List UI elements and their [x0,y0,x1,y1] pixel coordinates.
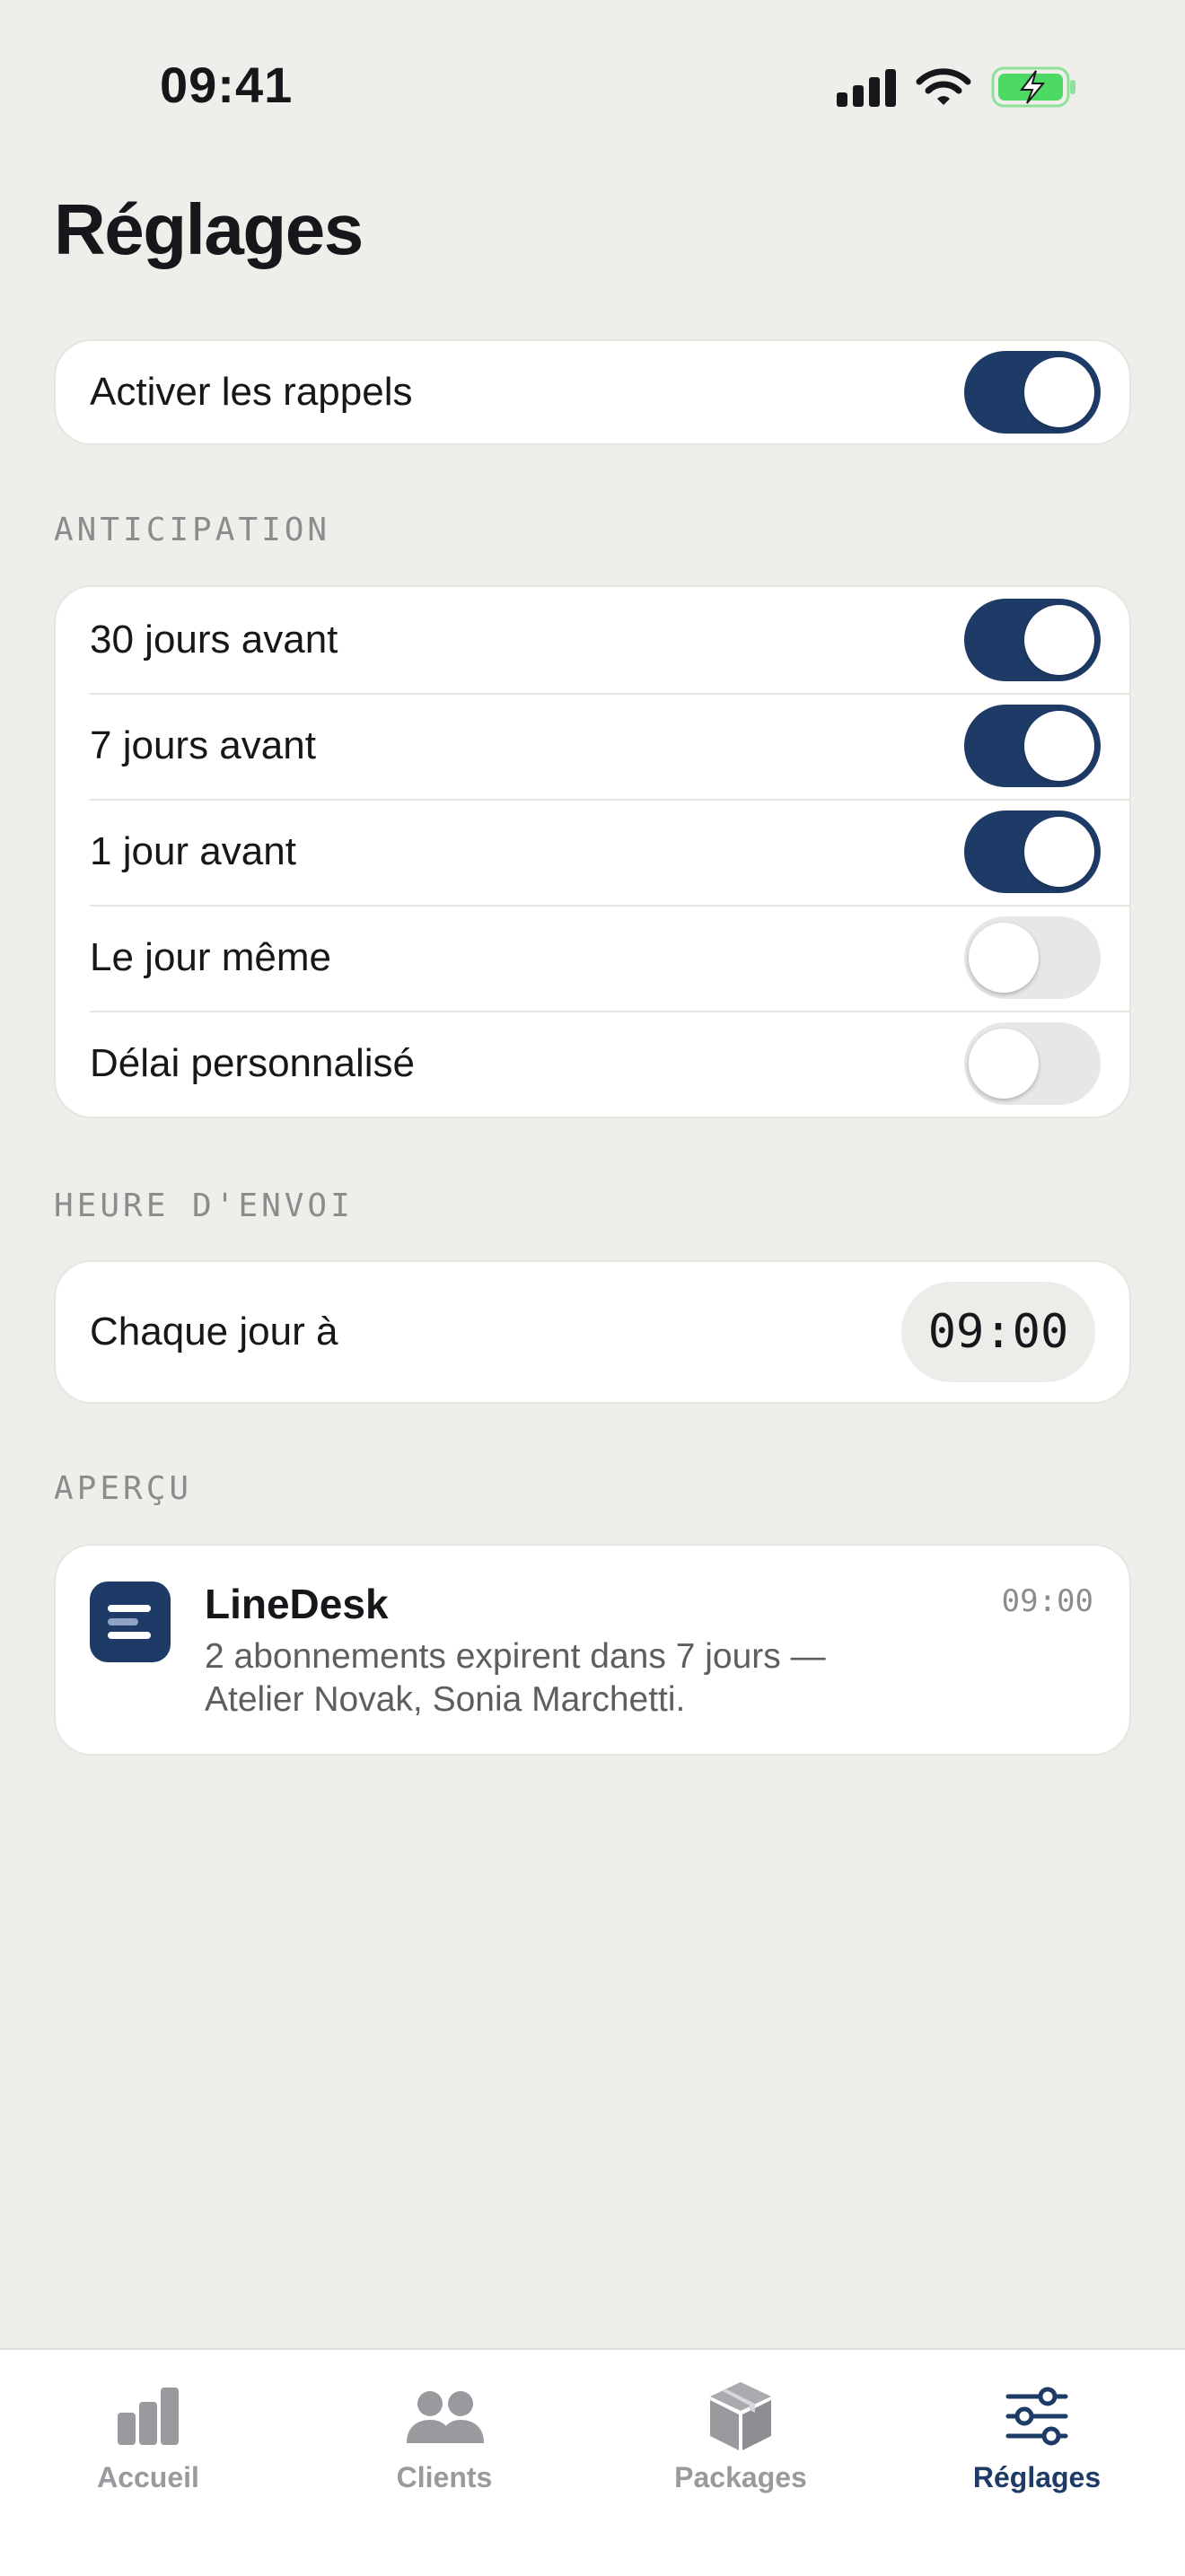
tab-label-reglages: Réglages [972,2461,1102,2493]
toggle-knob [1024,711,1094,781]
sliders-icon [1005,2387,1068,2446]
anticipation-toggle-7-days[interactable] [964,705,1101,787]
anticipation-label-custom-delay: Délai personnalisé [90,1041,415,1085]
people-icon [407,2391,484,2443]
app-icon-line [108,1618,138,1625]
box-icon [710,2382,771,2450]
anticipation-row-custom-delay: Délai personnalisé [56,1011,1129,1117]
send-time-row: Chaque jour à 09:00 [56,1262,1129,1402]
status-icons [837,65,1077,110]
send-time-picker[interactable]: 09:00 [901,1282,1095,1382]
tab-bar: Accueil Clients Packages Réglages [0,2348,1185,2576]
status-bar: 09:41 [0,0,1185,171]
notification-message: 2 abonnements expirent dans 7 jours — At… [205,1637,826,1719]
anticipation-row-1-day: 1 jour avant [56,799,1129,905]
enable-reminders-toggle[interactable] [964,351,1101,434]
send-time-label: Chaque jour à [90,1310,338,1354]
send-time-card: Chaque jour à 09:00 [56,1262,1129,1402]
reminders-card: Activer les rappels [56,341,1129,443]
section-header-anticipation: ANTICIPATION [54,512,331,548]
tab-accueil[interactable]: Accueil [0,2350,296,2511]
enable-reminders-label: Activer les rappels [90,370,413,414]
app-icon-line [108,1632,151,1639]
anticipation-toggle-same-day[interactable] [964,916,1101,999]
anticipation-label-1-day: 1 jour avant [90,829,296,873]
tab-packages[interactable]: Packages [592,2350,889,2511]
anticipation-row-30-days: 30 jours avant [56,587,1129,693]
notification-time: 09:00 [1001,1583,1093,1619]
tab-label-clients: Clients [396,2461,493,2493]
anticipation-row-same-day: Le jour même [56,905,1129,1011]
section-header-preview: APERÇU [54,1470,193,1507]
cellular-signal-icon [837,69,896,107]
tab-clients[interactable]: Clients [296,2350,592,2511]
chart-bar-icon [118,2388,179,2445]
toggle-knob [1024,605,1094,675]
anticipation-toggle-1-day[interactable] [964,810,1101,893]
anticipation-label-7-days: 7 jours avant [90,723,316,767]
anticipation-label-same-day: Le jour même [90,935,332,979]
toggle-knob [969,923,1039,993]
toggle-knob [1024,817,1094,887]
section-header-send-time: HEURE D'ENVOI [54,1187,354,1224]
enable-reminders-row: Activer les rappels [56,341,1129,443]
anticipation-label-30-days: 30 jours avant [90,618,338,662]
wifi-icon [916,68,971,105]
anticipation-row-7-days: 7 jours avant [56,693,1129,799]
app-icon-line [108,1605,151,1612]
anticipation-toggle-30-days[interactable] [964,599,1101,681]
anticipation-toggle-custom-delay[interactable] [964,1022,1101,1105]
notification-app-name: LineDesk [205,1581,389,1627]
battery-charging-icon [991,66,1075,108]
tab-reglages[interactable]: Réglages [889,2350,1185,2511]
toggle-knob [969,1029,1039,1099]
anticipation-card: 30 jours avant 7 jours avant 1 jour avan… [56,587,1129,1117]
tab-label-packages: Packages [674,2461,807,2493]
status-time: 09:41 [160,57,294,113]
toggle-knob [1024,357,1094,427]
page-title: Réglages [54,189,364,269]
linedesk-app-icon [90,1582,171,1662]
notification-preview-card: LineDesk 09:00 2 abonnements expirent da… [56,1546,1129,1754]
tab-label-accueil: Accueil [97,2461,199,2493]
